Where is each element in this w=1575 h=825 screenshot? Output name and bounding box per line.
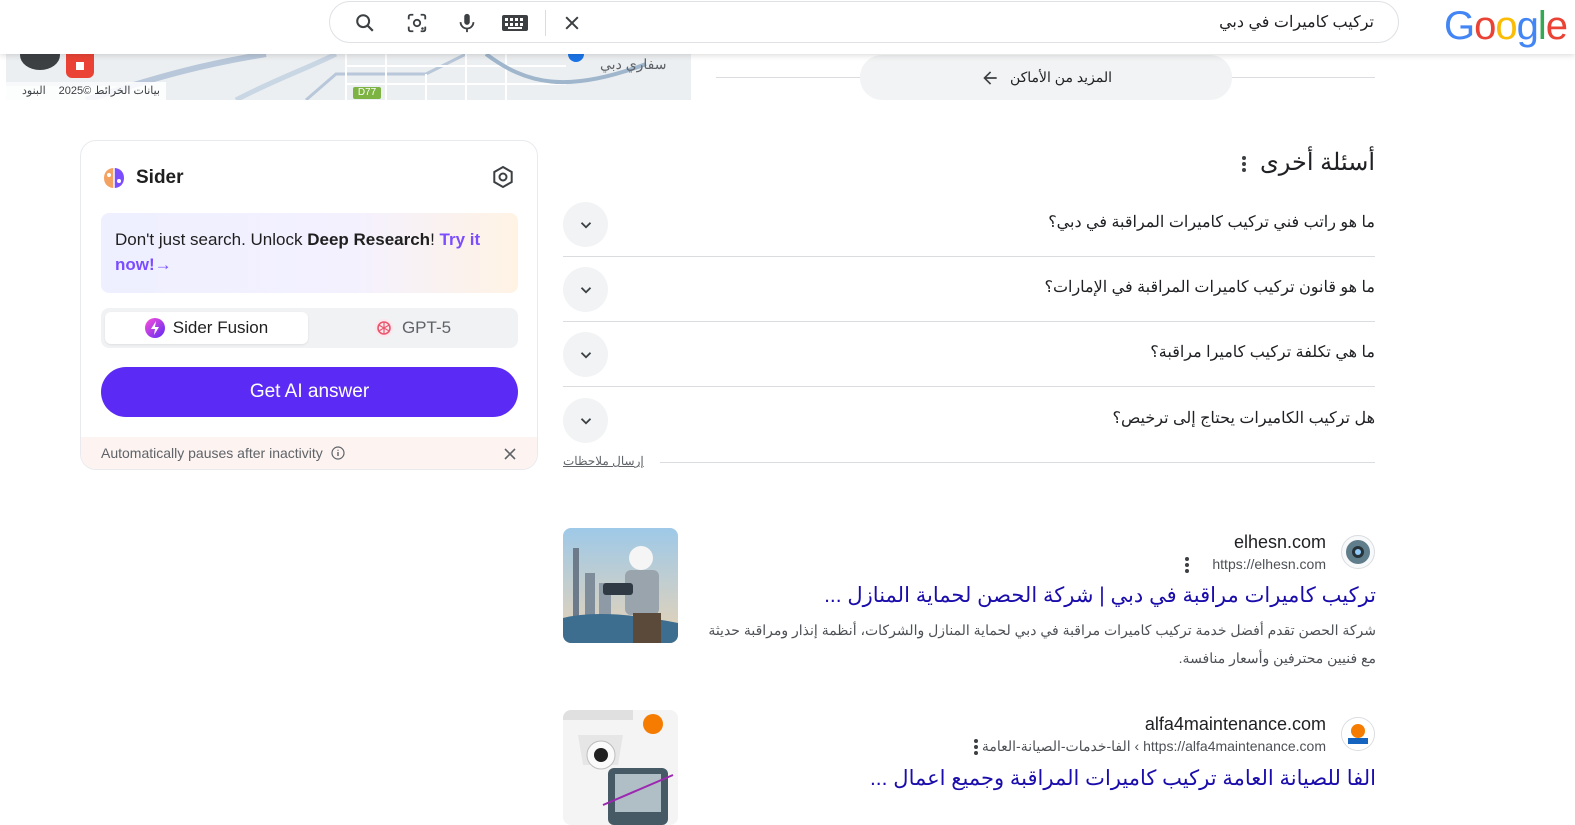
result-snippet-line: شركة الحصن تقدم أفضل خدمة تركيب كاميرات … — [708, 622, 1376, 638]
search-input[interactable]: تركيب كاميرات في دبي — [1219, 12, 1374, 32]
sider-brain-icon — [101, 165, 127, 191]
map-pin-icon[interactable] — [66, 54, 94, 78]
map-data-credit[interactable]: بيانات الخرائط ©2025 — [59, 84, 160, 97]
google-lens-icon[interactable] — [404, 10, 430, 36]
arrow-left-icon — [983, 70, 997, 85]
divider — [660, 462, 1375, 463]
sider-footer: Automatically pauses after inactivity — [81, 437, 537, 469]
more-options-icon[interactable] — [1179, 554, 1195, 576]
logo-letter: e — [1545, 4, 1568, 48]
search-box-divider — [545, 10, 546, 36]
model-option-sider-fusion[interactable]: Sider Fusion — [105, 312, 308, 344]
model-switch: Sider Fusion GPT-5 — [101, 308, 518, 348]
result-url[interactable]: https://alfa4maintenance.com › الفا-خدما… — [982, 738, 1326, 755]
chevron-down-icon[interactable] — [563, 398, 608, 443]
result-snippet-line: مع فنيين محترفين وأسعار منافسة. — [1178, 650, 1376, 666]
paa-question: ما هو راتب فني تركيب كاميرات المراقبة في… — [1048, 214, 1375, 231]
people-also-ask-title: أسئلة أخرى — [1259, 149, 1375, 176]
sider-panel: Sider Don't just search. Unlock Deep Res… — [80, 140, 538, 470]
map-terms-link[interactable]: البنود — [22, 84, 46, 97]
site-favicon[interactable] — [1341, 535, 1375, 569]
result-site-name[interactable]: alfa4maintenance.com — [1145, 714, 1326, 735]
settings-icon[interactable] — [491, 165, 515, 189]
microphone-icon[interactable] — [454, 10, 480, 36]
result-snippet: شركة الحصن تقدم أفضل خدمة تركيب كاميرات … — [706, 616, 1376, 672]
search-box[interactable]: تركيب كاميرات في دبي — [329, 1, 1399, 43]
logo-letter: l — [1537, 4, 1547, 48]
more-places-label: المزيد من الأماكن — [1009, 69, 1113, 85]
map-road-label: D77 — [353, 87, 381, 99]
paa-question-row[interactable]: ما هو قانون تركيب كاميرات المراقبة في ال… — [563, 257, 1375, 322]
paa-question-row[interactable]: ما هو راتب فني تركيب كاميرات المراقبة في… — [563, 192, 1375, 257]
model-option-gpt-5[interactable]: GPT-5 — [311, 312, 514, 344]
logo-letter: g — [1516, 4, 1539, 48]
paa-question: هل تركيب الكاميرات يحتاج إلى ترخيص؟ — [1112, 410, 1375, 427]
pause-note: Automatically pauses after inactivity — [101, 445, 345, 461]
result-url[interactable]: https://elhesn.com — [1212, 556, 1326, 572]
get-ai-answer-button[interactable]: Get AI answer — [101, 367, 518, 417]
map-attribution: بيانات الخرائط ©2025 البنود — [6, 82, 166, 100]
result-site-name[interactable]: elhesn.com — [1234, 532, 1326, 553]
paa-question: ما هو قانون تركيب كاميرات المراقبة في ال… — [1044, 279, 1375, 296]
chevron-down-icon[interactable] — [563, 332, 608, 377]
paa-question-row[interactable]: ما هي تكلفة تركيب كاميرا مراقبة؟ — [563, 322, 1375, 387]
chevron-down-icon[interactable] — [563, 267, 608, 312]
more-options-icon[interactable] — [1234, 150, 1254, 178]
promo-bold-text: Deep Research — [307, 230, 431, 249]
sider-fusion-icon — [144, 318, 165, 338]
paa-question-row[interactable]: هل تركيب الكاميرات يحتاج إلى ترخيص؟ — [563, 388, 1375, 453]
chevron-down-icon[interactable] — [563, 202, 608, 247]
promo-exclamation: ! — [430, 230, 440, 249]
close-icon[interactable] — [501, 445, 519, 463]
openai-icon — [374, 319, 393, 337]
more-options-icon[interactable] — [968, 736, 984, 758]
logo-letter: o — [1474, 4, 1496, 48]
pause-note-text: Automatically pauses after inactivity — [101, 445, 323, 461]
result-title-link[interactable]: تركيب كاميرات مراقبة في دبي | شركة الحصن… — [824, 583, 1376, 608]
search-header: تركيب كاميرات في دبي Google — [0, 0, 1575, 54]
sider-title: Sider — [136, 167, 184, 188]
clear-search-icon[interactable] — [559, 10, 585, 36]
google-logo[interactable]: Google — [1444, 4, 1568, 49]
info-icon[interactable] — [331, 446, 345, 460]
keyboard-icon[interactable] — [500, 10, 530, 36]
model-a-label: Sider Fusion — [172, 318, 269, 337]
result-title-link[interactable]: الفا للصيانة العامة تركيب كاميرات المراق… — [870, 766, 1376, 791]
deep-research-promo: Don't just search. Unlock Deep Research!… — [101, 213, 518, 293]
site-favicon[interactable] — [1341, 717, 1375, 751]
more-places-button[interactable]: المزيد من الأماكن — [860, 55, 1232, 100]
map-place-label: سفاري دبي — [600, 56, 667, 72]
promo-lead-text: Don't just search. Unlock — [115, 230, 308, 249]
search-icon[interactable] — [352, 10, 378, 36]
logo-letter: o — [1495, 4, 1517, 48]
paa-question: ما هي تكلفة تركيب كاميرا مراقبة؟ — [1150, 344, 1375, 361]
send-feedback-link[interactable]: إرسال ملاحظات — [563, 454, 644, 468]
result-thumbnail[interactable] — [563, 710, 678, 825]
logo-letter: G — [1444, 4, 1475, 48]
model-b-label: GPT-5 — [401, 318, 452, 337]
result-thumbnail[interactable] — [563, 528, 678, 643]
